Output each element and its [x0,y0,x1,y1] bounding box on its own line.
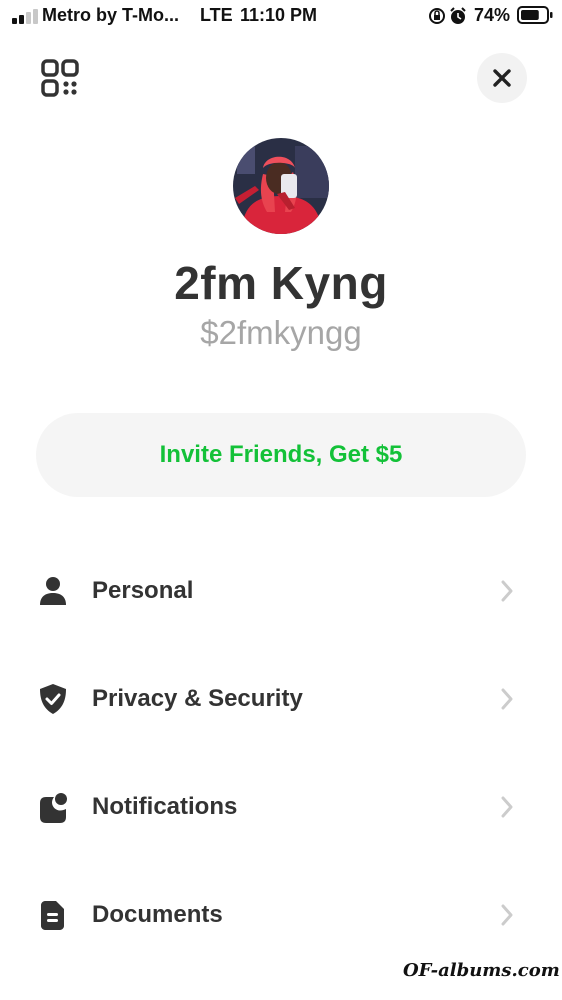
chevron-right-icon [501,580,513,602]
profile-cashtag: $2fmkyngg [200,314,362,351]
battery-icon [517,6,553,24]
qr-code-button[interactable] [40,58,80,98]
qr-code-icon [41,59,79,97]
status-time: 11:10 PM [240,5,318,25]
at-lock-icon [429,7,466,24]
invite-friends-label: Invite Friends, Get $5 [159,441,403,468]
menu-item-label: Personal [92,577,194,604]
profile-screen: Metro by T-Mo... LTE 11:10 PM 74% 2fm Ky… [0,0,562,1000]
carrier-name: Metro by T-Mo... [42,5,179,25]
signal-icon [12,9,38,24]
chevron-right-icon [501,688,513,710]
menu-item-label: Privacy & Security [92,685,303,712]
chevron-right-icon [501,796,513,818]
watermark: OF-albums.com [403,960,560,981]
menu-item-personal[interactable]: Personal [0,551,562,631]
chevron-right-icon [501,904,513,926]
invite-friends-button[interactable]: Invite Friends, Get $5 [36,413,526,497]
menu-item-privacy-security[interactable]: Privacy & Security [0,659,562,739]
avatar[interactable] [233,138,329,234]
person-icon [40,577,66,605]
profile-name: 2fm Kyng [174,257,388,309]
menu-item-label: Notifications [92,793,238,820]
alarm-icon [450,7,466,24]
shield-check-icon [40,684,66,714]
document-icon [41,901,64,930]
menu-item-label: Documents [92,901,223,928]
menu-item-documents[interactable]: Documents [0,875,562,955]
close-icon [493,69,511,87]
avatar-photo [233,138,329,234]
close-button[interactable] [477,53,527,103]
status-bar: Metro by T-Mo... LTE 11:10 PM 74% [0,0,562,34]
battery-percent: 74% [474,5,511,25]
notification-badge-icon [40,793,67,823]
menu-item-notifications[interactable]: Notifications [0,767,562,847]
network-type: LTE [200,5,233,25]
